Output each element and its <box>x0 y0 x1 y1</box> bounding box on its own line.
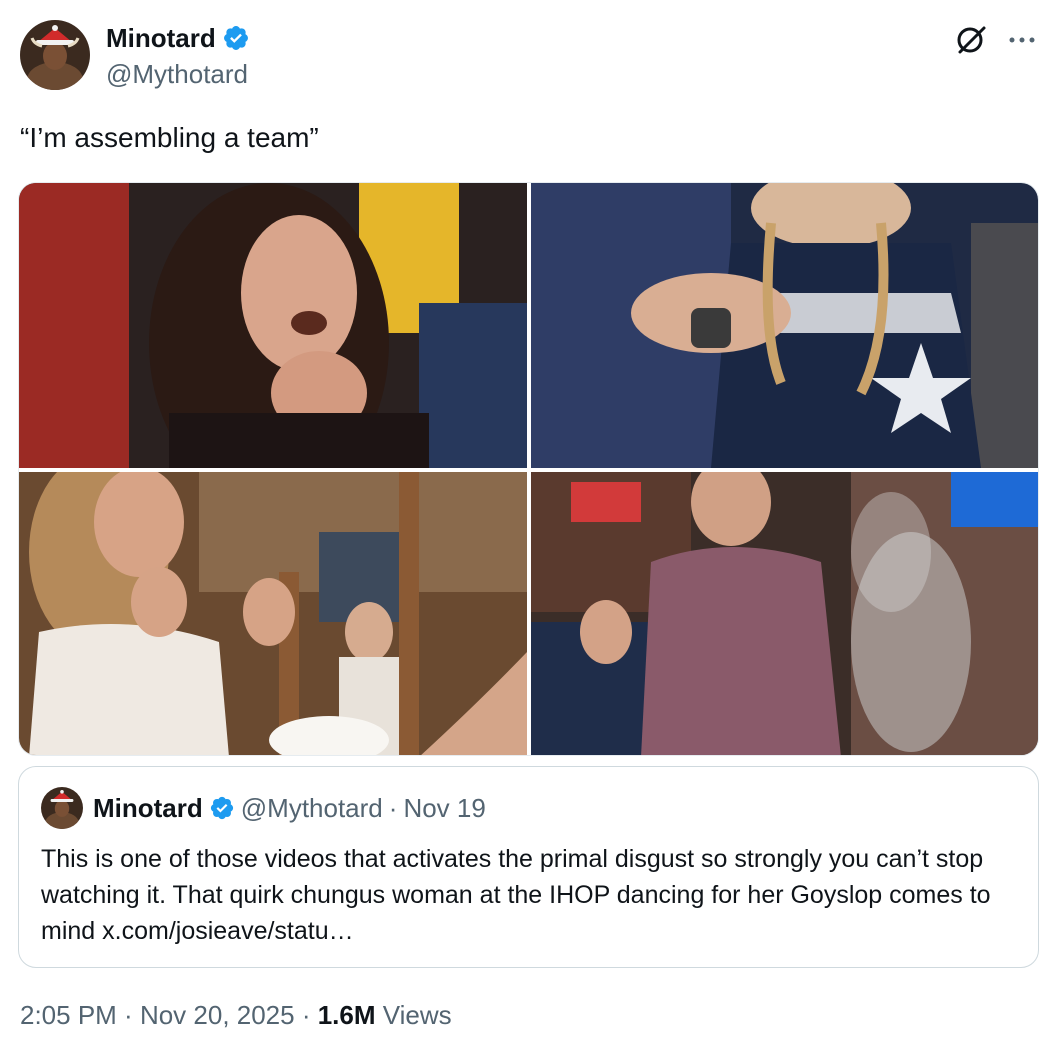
verified-badge-icon[interactable] <box>222 24 250 52</box>
more-dots-icon[interactable] <box>1002 22 1042 56</box>
media-image-2[interactable] <box>531 183 1038 468</box>
tweet-meta: 2:05 PM · Nov 20, 2025 · 1.6M Views <box>20 998 452 1032</box>
verified-badge-icon <box>209 795 235 821</box>
author-avatar[interactable] <box>20 20 90 90</box>
quoted-date: Nov 19 <box>403 792 486 823</box>
author-display-name[interactable]: Minotard <box>106 22 216 54</box>
author-name-row: Minotard <box>106 22 250 54</box>
man-dancing-smoke-restaurant-photo <box>531 472 1038 755</box>
woman-eating-surprised-photo <box>19 183 527 468</box>
author-handle[interactable]: @Mythotard <box>106 58 248 90</box>
media-grid <box>18 182 1039 756</box>
meta-separator: · <box>116 1000 140 1030</box>
media-image-4[interactable] <box>531 472 1038 755</box>
woman-in-cowboys-jersey-photo <box>531 183 1038 468</box>
quoted-tweet-text: This is one of those videos that activat… <box>41 841 1016 949</box>
quoted-tweet-link[interactable]: x.com/josieave/statu… <box>102 917 354 945</box>
quoted-tweet[interactable]: Minotard @Mythotard · Nov 19 This is one… <box>18 766 1039 968</box>
media-image-1[interactable] <box>19 183 527 468</box>
grok-icon[interactable] <box>952 22 992 56</box>
minotaur-avatar-icon <box>20 20 90 90</box>
meta-separator: · <box>294 1000 318 1030</box>
woman-thumbs-up-diner-photo <box>19 472 527 755</box>
tweet-text: “I’m assembling a team” <box>20 122 319 153</box>
tweet-date[interactable]: Nov 20, 2025 <box>140 1000 295 1030</box>
media-image-3[interactable] <box>19 472 527 755</box>
quoted-author-handle: @Mythotard <box>240 792 383 823</box>
quoted-author-avatar <box>41 787 83 829</box>
minotaur-avatar-icon <box>41 787 83 829</box>
views-count: 1.6M <box>317 1000 376 1030</box>
tweet-time[interactable]: 2:05 PM <box>20 1000 117 1030</box>
quoted-tweet-header: Minotard @Mythotard · Nov 19 <box>41 787 486 829</box>
tweet-container: Minotard @Mythotard “I’m assembling a te… <box>0 0 1064 1060</box>
quoted-author-name: Minotard <box>93 792 203 823</box>
views-label: Views <box>375 1000 452 1030</box>
quoted-separator: · <box>388 792 398 823</box>
